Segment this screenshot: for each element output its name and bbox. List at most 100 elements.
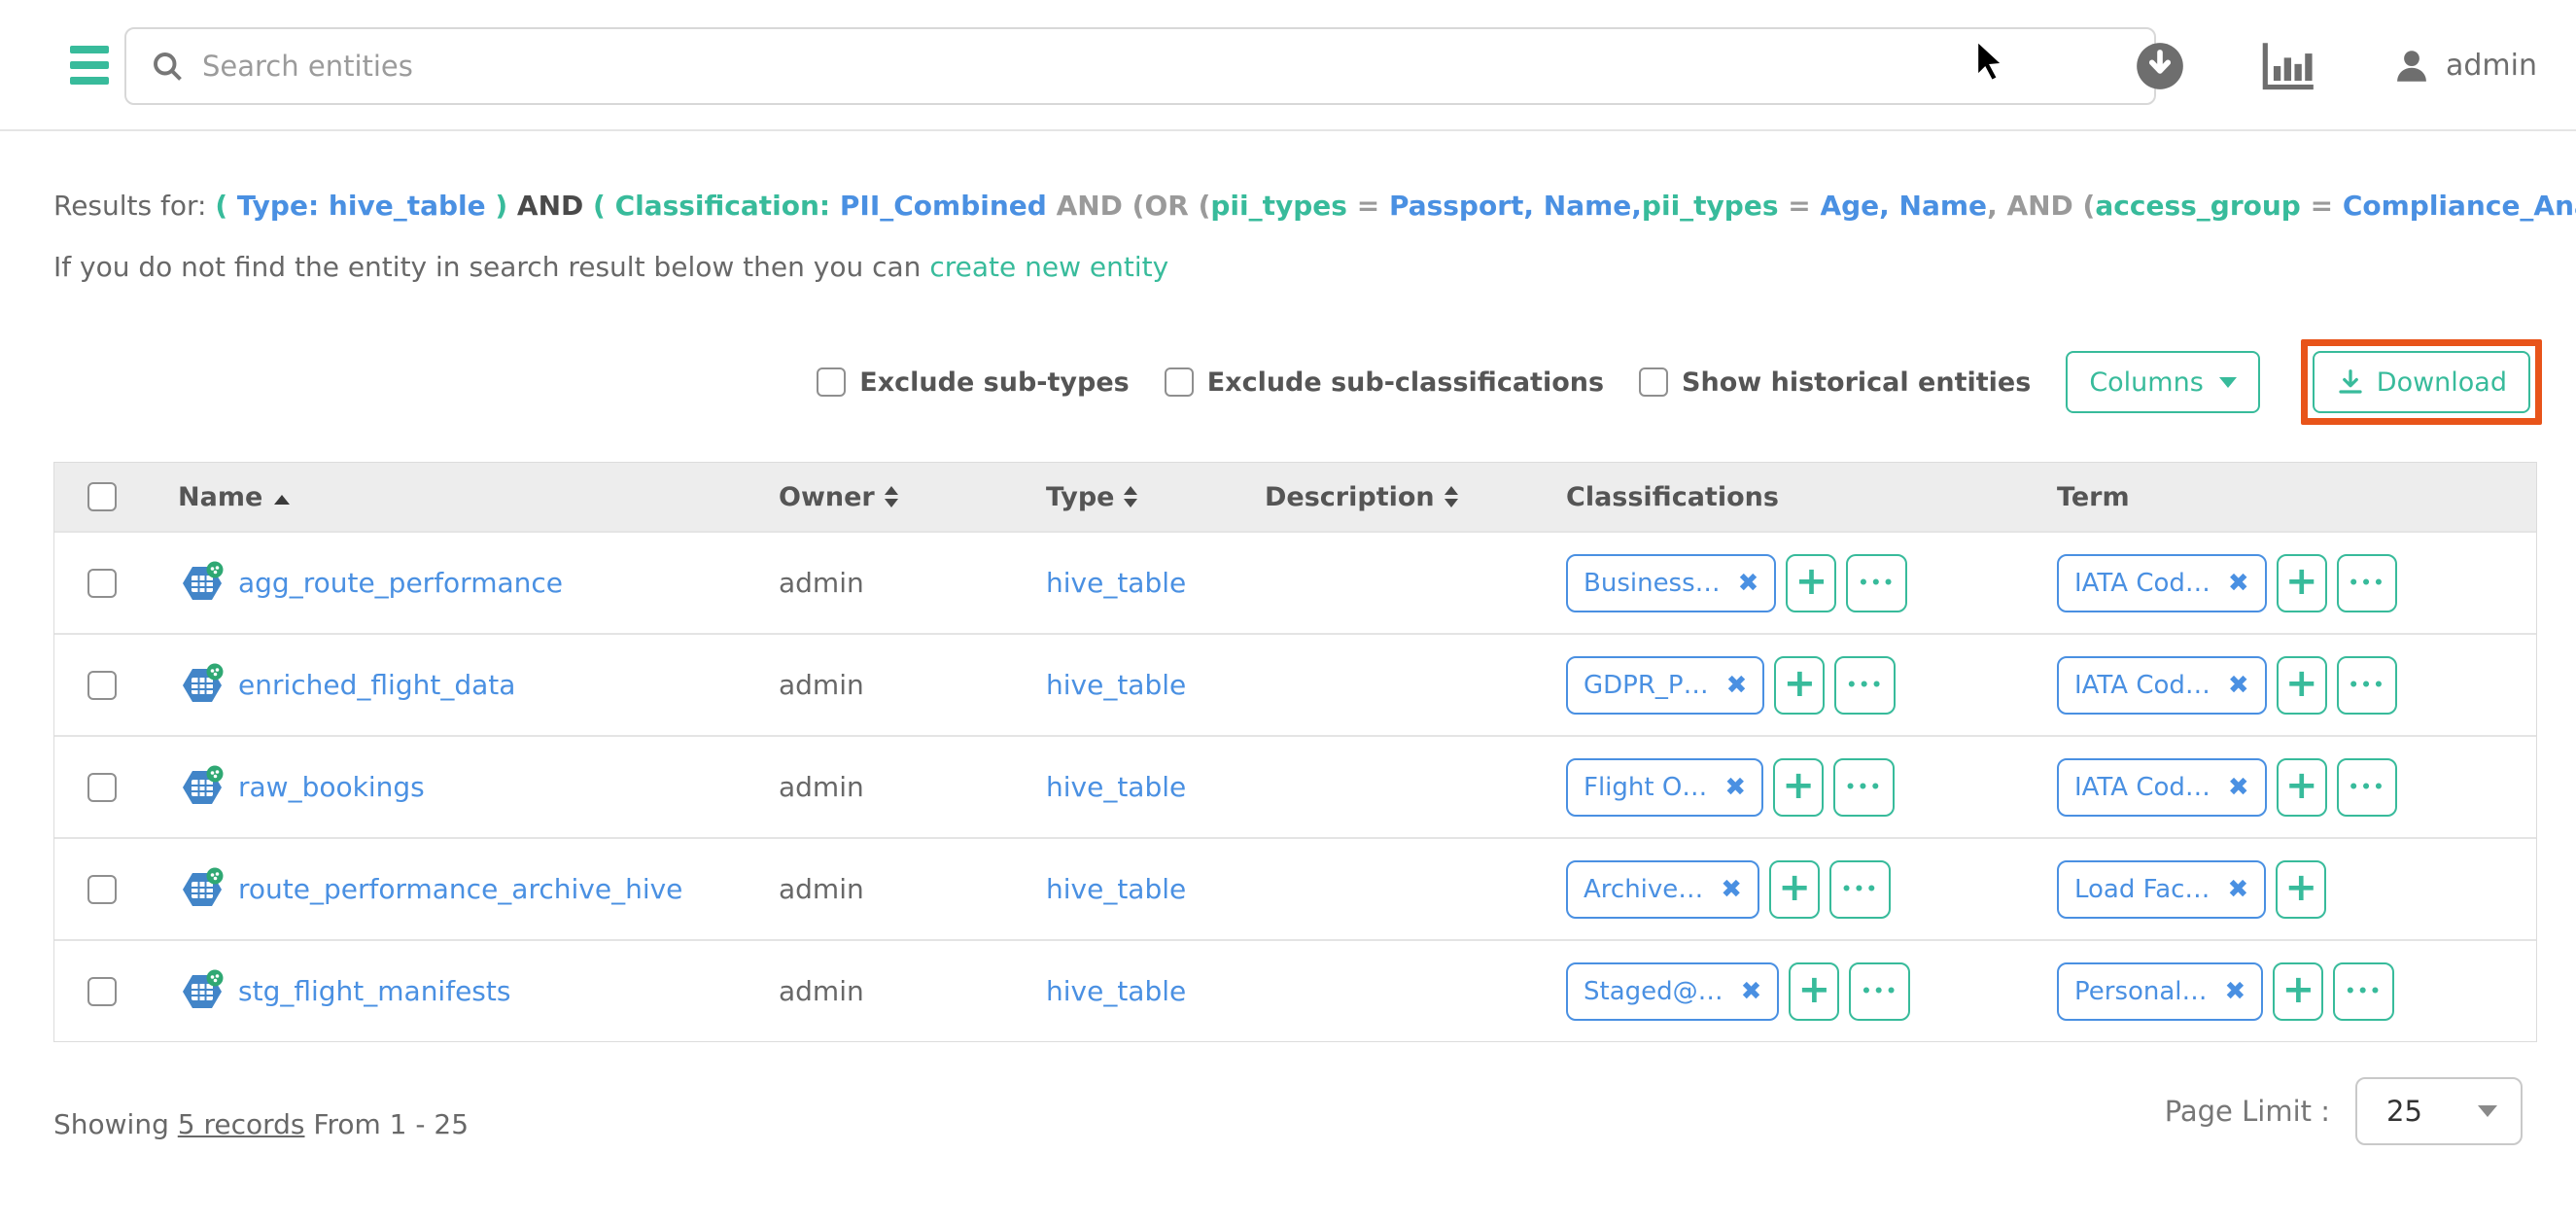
type-link[interactable]: hive_table — [1046, 975, 1186, 1007]
term-chip[interactable]: IATA Cod… ✖ — [2057, 656, 2267, 715]
remove-term-icon[interactable]: ✖ — [2228, 671, 2249, 700]
entity-name-link[interactable]: agg_route_performance — [238, 567, 563, 599]
toolbar-checkboxes: Exclude sub-types Exclude sub-classifica… — [817, 367, 2031, 398]
top-bar: admin — [0, 0, 2576, 131]
remove-term-icon[interactable]: ✖ — [2225, 977, 2246, 1006]
query-segment: = — [1779, 190, 1821, 222]
hint-line: If you do not find the entity in search … — [53, 251, 1168, 283]
type-link[interactable]: hive_table — [1046, 567, 1186, 599]
columns-button[interactable]: Columns — [2066, 351, 2259, 413]
more-classifications-button[interactable]: ••• — [1849, 962, 1910, 1021]
row-checkbox[interactable] — [87, 977, 117, 1006]
more-terms-button[interactable]: ••• — [2337, 656, 2398, 715]
classification-chip-label: Flight O… — [1584, 773, 1707, 802]
remove-classification-icon[interactable]: ✖ — [1721, 875, 1742, 904]
classification-cell: GDPR_P… ✖ + ••• — [1566, 656, 1896, 715]
add-classification-button[interactable]: + — [1789, 962, 1839, 1021]
entity-name-link[interactable]: enriched_flight_data — [238, 669, 515, 701]
page-limit-value: 25 — [2386, 1095, 2422, 1128]
add-term-button[interactable]: + — [2277, 758, 2327, 817]
table-row: raw_bookings admin hive_table Flight O… … — [54, 735, 2536, 837]
remove-classification-icon[interactable]: ✖ — [1741, 977, 1762, 1006]
add-classification-button[interactable]: + — [1769, 860, 1820, 919]
sort-icon — [1124, 486, 1137, 507]
classification-chip[interactable]: Business… ✖ — [1566, 554, 1776, 612]
more-terms-button[interactable]: ••• — [2337, 554, 2398, 612]
row-checkbox[interactable] — [87, 875, 117, 904]
toolbar-checkbox-group[interactable]: Exclude sub-classifications — [1165, 367, 1604, 398]
hive-table-icon — [178, 560, 225, 607]
results-prefix: Results for: — [53, 190, 215, 222]
page-limit-select[interactable]: 25 — [2355, 1077, 2523, 1145]
row-checkbox[interactable] — [87, 773, 117, 802]
term-cell: Personal… ✖ + ••• — [2057, 962, 2394, 1021]
more-classifications-button[interactable]: ••• — [1846, 554, 1907, 612]
term-chip[interactable]: IATA Cod… ✖ — [2057, 758, 2267, 817]
query-segment: ) — [486, 190, 517, 222]
more-terms-button[interactable]: ••• — [2333, 962, 2394, 1021]
more-classifications-button[interactable]: ••• — [1833, 758, 1895, 817]
entity-name-link[interactable]: route_performance_archive_hive — [238, 873, 682, 905]
remove-classification-icon[interactable]: ✖ — [1724, 773, 1746, 802]
search-input[interactable] — [202, 50, 2131, 83]
type-link[interactable]: hive_table — [1046, 873, 1186, 905]
remove-term-icon[interactable]: ✖ — [2228, 569, 2249, 598]
query-segment: Passport, Name, — [1389, 190, 1642, 222]
table-row: stg_flight_manifests admin hive_table St… — [54, 939, 2536, 1041]
column-header-owner[interactable]: Owner — [769, 482, 1036, 512]
classification-cell: Staged@… ✖ + ••• — [1566, 962, 1910, 1021]
column-header-name[interactable]: Name — [157, 482, 769, 512]
classification-chip[interactable]: GDPR_P… ✖ — [1566, 656, 1764, 715]
bar-chart-icon[interactable] — [2261, 41, 2315, 91]
term-chip[interactable]: IATA Cod… ✖ — [2057, 554, 2267, 612]
row-checkbox[interactable] — [87, 569, 117, 598]
add-term-button[interactable]: + — [2277, 554, 2327, 612]
checkbox[interactable] — [1639, 367, 1668, 397]
type-link[interactable]: hive_table — [1046, 669, 1186, 701]
add-term-button[interactable]: + — [2277, 656, 2327, 715]
query-segment: pii_types — [1642, 190, 1779, 222]
remove-classification-icon[interactable]: ✖ — [1726, 671, 1748, 700]
hive-table-icon — [178, 968, 225, 1015]
add-classification-button[interactable]: + — [1773, 758, 1824, 817]
more-terms-button[interactable]: ••• — [2337, 758, 2398, 817]
hint-text: If you do not find the entity in search … — [53, 251, 929, 283]
more-classifications-button[interactable]: ••• — [1834, 656, 1896, 715]
checkbox[interactable] — [1165, 367, 1194, 397]
classification-chip[interactable]: Staged@… ✖ — [1566, 962, 1779, 1021]
toolbar-checkbox-group[interactable]: Show historical entities — [1639, 367, 2031, 398]
entity-name-link[interactable]: stg_flight_manifests — [238, 975, 510, 1007]
select-all-checkbox[interactable] — [87, 482, 117, 511]
type-link[interactable]: hive_table — [1046, 771, 1186, 803]
user-menu[interactable]: admin — [2391, 46, 2537, 87]
create-new-entity-link[interactable]: create new entity — [929, 251, 1168, 283]
menu-hamburger-icon[interactable] — [70, 46, 109, 85]
term-chip[interactable]: Personal… ✖ — [2057, 962, 2263, 1021]
column-header-type[interactable]: Type — [1036, 482, 1255, 512]
more-classifications-button[interactable]: ••• — [1829, 860, 1891, 919]
remove-term-icon[interactable]: ✖ — [2227, 875, 2248, 904]
download-circle-icon[interactable] — [2135, 41, 2185, 91]
column-header-description[interactable]: Description — [1255, 482, 1556, 512]
add-term-button[interactable]: + — [2273, 962, 2323, 1021]
classification-chip[interactable]: Flight O… ✖ — [1566, 758, 1763, 817]
checkbox[interactable] — [817, 367, 846, 397]
download-icon — [2336, 367, 2365, 397]
page-limit-control: Page Limit : 25 — [2165, 1077, 2523, 1145]
remove-classification-icon[interactable]: ✖ — [1738, 569, 1759, 598]
classification-chip[interactable]: Archive… ✖ — [1566, 860, 1759, 919]
remove-term-icon[interactable]: ✖ — [2228, 773, 2249, 802]
owner-value: admin — [779, 567, 864, 599]
row-checkbox[interactable] — [87, 671, 117, 700]
term-chip[interactable]: Load Fac… ✖ — [2057, 860, 2266, 919]
query-segment: Age, Name — [1820, 190, 1987, 222]
download-button[interactable]: Download — [2313, 351, 2530, 413]
records-count-link[interactable]: 5 records — [178, 1108, 305, 1140]
entity-name-cell: route_performance_archive_hive — [157, 866, 769, 913]
toolbar-checkbox-group[interactable]: Exclude sub-types — [817, 367, 1129, 398]
add-term-button[interactable]: + — [2276, 860, 2326, 919]
add-classification-button[interactable]: + — [1774, 656, 1825, 715]
add-classification-button[interactable]: + — [1786, 554, 1836, 612]
term-chip-label: IATA Cod… — [2074, 671, 2210, 700]
entity-name-link[interactable]: raw_bookings — [238, 771, 425, 803]
